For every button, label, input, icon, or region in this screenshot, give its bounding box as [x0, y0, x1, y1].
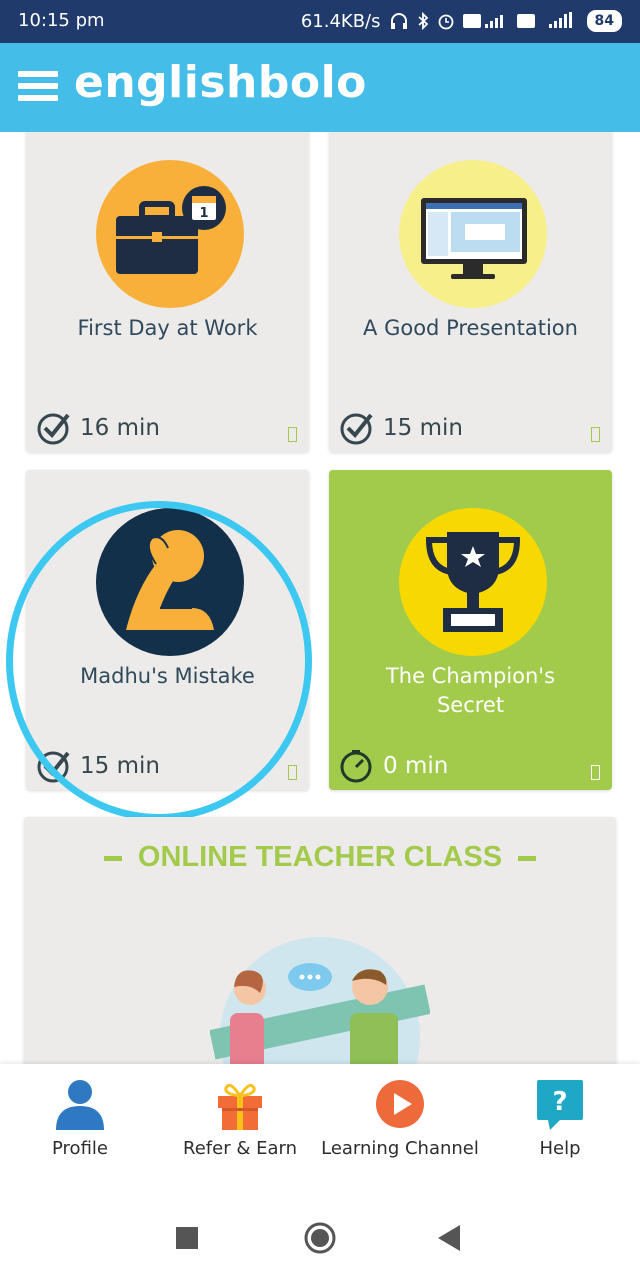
nav-help[interactable]: ? Help: [480, 1078, 640, 1159]
back-icon[interactable]: [438, 1225, 460, 1251]
duration-text: 16 min: [80, 415, 160, 441]
check-clock-icon: [340, 413, 373, 445]
gift-icon: [214, 1078, 266, 1130]
duration-text: 0 min: [383, 753, 449, 779]
briefcase-calendar-icon: 1: [96, 160, 244, 308]
lesson-card-champions-secret[interactable]: The Champion's Secret 0 min: [329, 470, 612, 790]
system-navigation-bar: [0, 1195, 640, 1280]
title-dash-left: [103, 855, 122, 861]
brand-logo: englishbolo: [74, 57, 367, 108]
timer-icon: [340, 750, 372, 783]
person-icon: [54, 1078, 106, 1130]
bluetooth-icon: [417, 12, 428, 30]
facepalm-icon: [96, 508, 244, 656]
nav-label: Help: [539, 1138, 581, 1159]
bottom-navigation: Profile Refer & Earn Learning Channel ? …: [0, 1064, 640, 1196]
lesson-list[interactable]: 1 First Day at Work 16 min A Good Presen…: [0, 132, 640, 1064]
nav-refer-earn[interactable]: Refer & Earn: [160, 1078, 320, 1159]
lesson-card-madhus-mistake[interactable]: Madhu's Mistake 15 min: [26, 470, 309, 790]
battery-indicator: 84: [586, 10, 622, 32]
teacher-class-illustration: [210, 937, 430, 1064]
alarm-icon: [438, 14, 453, 30]
status-bar: 10:15 pm 61.4KB/s 84: [0, 0, 640, 43]
lesson-duration: 15 min: [36, 748, 160, 784]
signal-volte-icon: [462, 14, 503, 28]
status-time: 10:15 pm: [18, 10, 105, 31]
nav-profile[interactable]: Profile: [0, 1078, 160, 1159]
svg-text:?: ?: [552, 1087, 567, 1117]
title-dash-right: [518, 855, 537, 861]
lesson-duration: 15 min: [339, 410, 463, 446]
lesson-card-good-presentation[interactable]: A Good Presentation 15 min: [329, 132, 612, 452]
help-icon: ?: [534, 1078, 586, 1130]
lesson-duration: 16 min: [36, 410, 160, 446]
play-icon: [374, 1078, 426, 1130]
nav-label: Profile: [52, 1138, 108, 1159]
recents-icon[interactable]: [176, 1227, 198, 1249]
svg-text:1: 1: [199, 206, 208, 221]
status-icons: 61.4KB/s 84: [301, 10, 622, 32]
check-clock-icon: [37, 751, 70, 783]
signal-4g-icon: [516, 12, 572, 28]
duration-text: 15 min: [80, 753, 160, 779]
teacher-class-title-text: ONLINE TEACHER CLASS: [137, 841, 503, 873]
lesson-status-marker: [591, 427, 600, 442]
network-speed: 61.4KB/s: [300, 10, 381, 32]
lesson-status-marker: [288, 765, 297, 780]
lesson-status-marker: [591, 765, 600, 780]
home-icon[interactable]: [304, 1222, 336, 1254]
headphones-icon: [390, 13, 407, 29]
lesson-duration: 0 min: [339, 748, 448, 784]
teacher-class-title: ONLINE TEACHER CLASS: [24, 841, 616, 874]
lesson-card-first-day[interactable]: 1 First Day at Work 16 min: [26, 132, 309, 452]
hamburger-menu-icon[interactable]: [18, 71, 58, 105]
nav-label: Refer & Earn: [183, 1138, 297, 1159]
lesson-title: Madhu's Mistake: [80, 664, 255, 688]
duration-text: 15 min: [383, 415, 463, 441]
check-clock-icon: [37, 413, 70, 445]
online-teacher-class-card[interactable]: ONLINE TEACHER CLASS: [24, 817, 616, 1064]
nav-learning-channel[interactable]: Learning Channel: [320, 1078, 480, 1159]
trophy-icon: [399, 508, 547, 656]
monitor-icon: [399, 160, 547, 308]
lesson-title: The Champion's Secret: [385, 664, 556, 717]
lesson-title: First Day at Work: [77, 316, 258, 340]
nav-label: Learning Channel: [321, 1138, 479, 1159]
app-bar: englishbolo: [0, 43, 640, 132]
lesson-status-marker: [288, 427, 297, 442]
lesson-title: A Good Presentation: [363, 316, 578, 340]
